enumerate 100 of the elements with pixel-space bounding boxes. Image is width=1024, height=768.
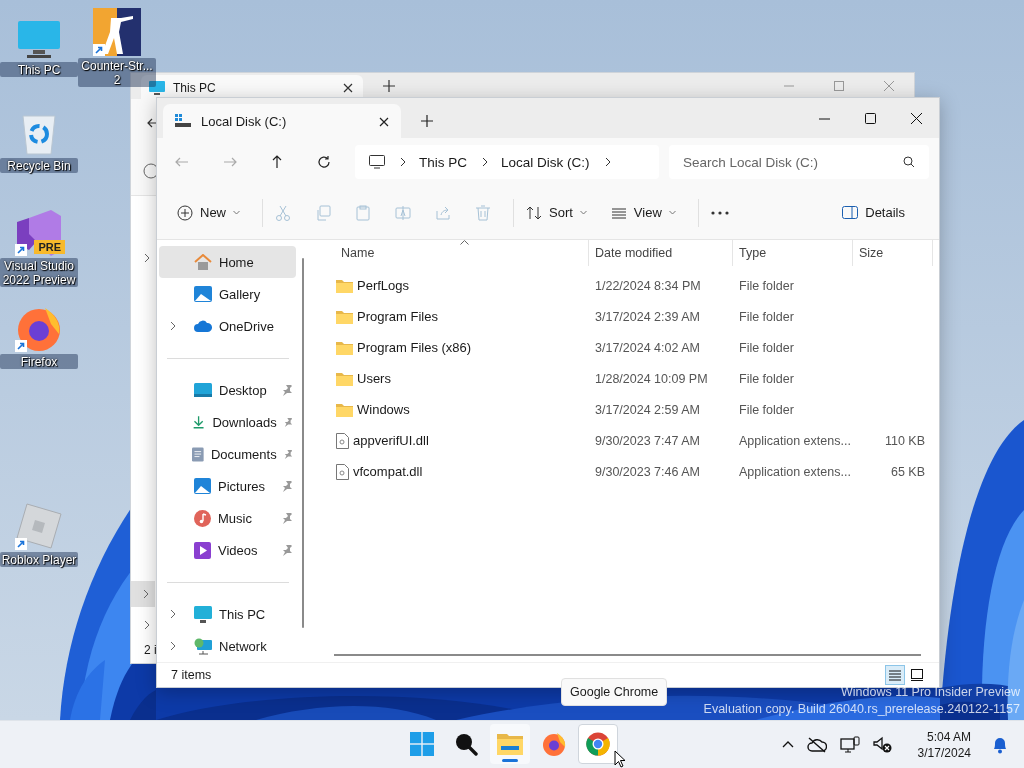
maximize-icon[interactable] [834, 81, 844, 91]
chevron-right-icon[interactable] [169, 641, 177, 651]
pin-icon[interactable] [282, 512, 292, 524]
game-icon[interactable] [93, 8, 141, 56]
monitor-icon [369, 155, 385, 169]
size-cell: 110 KB [884, 433, 925, 448]
gallery-icon [194, 286, 212, 302]
file-name[interactable]: PerfLogs [357, 278, 410, 293]
file-name[interactable]: appverifUI.dll [353, 433, 429, 448]
desktop-icon [194, 383, 212, 397]
column-header[interactable]: Type [733, 240, 853, 266]
address-bar[interactable]: This PC Local Disk (C:) [355, 145, 659, 179]
clock[interactable]: 5:04 AM 3/17/2024 [917, 728, 971, 761]
folder-icon [336, 340, 353, 355]
caret-icon [579, 210, 587, 215]
sidebar-item[interactable]: Network [159, 630, 296, 662]
up-arrow-icon[interactable] [271, 155, 283, 169]
explorer-taskbar-button[interactable] [490, 724, 530, 764]
chevron-right-icon[interactable] [481, 157, 489, 167]
trash-icon [475, 204, 491, 221]
bell-icon[interactable] [992, 735, 1008, 754]
window-tab[interactable]: This PC [141, 75, 363, 99]
chevron-right-icon[interactable] [143, 253, 151, 263]
column-header[interactable]: Name [314, 240, 589, 266]
sidebar-item[interactable]: Home [159, 246, 296, 278]
chrome-taskbar-button[interactable] [578, 724, 618, 764]
monitor-icon[interactable] [17, 20, 61, 60]
network-icon [194, 637, 212, 655]
tiles-icon [911, 669, 923, 681]
new-tab-icon[interactable] [383, 80, 395, 92]
sidebar-item[interactable]: Documents [159, 438, 296, 470]
pin-icon[interactable] [282, 384, 292, 396]
close-icon[interactable] [343, 83, 353, 93]
sort-caret-icon[interactable] [460, 240, 469, 245]
list-icon [889, 669, 901, 681]
clipboard-icon [355, 204, 371, 221]
speaker-muted-icon[interactable] [872, 735, 893, 754]
clock-time: 5:04 AM [926, 728, 971, 745]
chevron-up-icon[interactable] [781, 741, 794, 748]
pin-icon[interactable] [283, 416, 292, 428]
sidebar-item[interactable]: Music [159, 502, 296, 534]
close-icon[interactable] [379, 117, 389, 127]
new-button[interactable]: New [175, 196, 252, 229]
file-name[interactable]: Program Files (x86) [357, 340, 472, 355]
tab-title: This PC [173, 81, 217, 95]
sidebar-item[interactable]: This PC [159, 598, 296, 630]
sidebar-item[interactable]: OneDrive [159, 310, 296, 342]
document-icon [192, 445, 204, 463]
breadcrumb[interactable]: This PC [419, 154, 467, 170]
preview-badge: PRE [34, 240, 65, 254]
chevron-right-icon[interactable] [603, 157, 612, 167]
chevron-right-icon[interactable] [399, 157, 407, 167]
more-icon [710, 210, 729, 215]
pin-icon[interactable] [282, 544, 292, 556]
search-icon[interactable] [903, 156, 915, 168]
desktop-icon-label[interactable]: Roblox Player [0, 552, 78, 567]
add-icon [177, 204, 193, 221]
search-field[interactable]: Search Local Disk (C:) [669, 145, 929, 179]
panel-icon [842, 206, 859, 219]
column-header[interactable]: Size [853, 240, 933, 266]
monitor-icon [149, 81, 165, 95]
desktop-icon-label[interactable]: Recycle Bin [0, 158, 78, 173]
refresh-icon[interactable] [317, 155, 331, 169]
folder-icon [497, 733, 523, 755]
cloud-icon [194, 320, 212, 332]
cloud-off-icon[interactable] [806, 736, 827, 753]
monitor-icon [194, 605, 212, 623]
file-name[interactable]: vfcompat.dll [353, 464, 423, 479]
type-cell-text: File folder [738, 371, 795, 386]
new-tab-icon[interactable] [421, 115, 433, 127]
breadcrumb[interactable]: Local Disk (C:) [501, 154, 590, 170]
file-name[interactable]: Users [357, 371, 391, 386]
sidebar-item[interactable]: Gallery [159, 278, 296, 310]
desktop-icon-label[interactable]: Firefox [0, 354, 78, 369]
download-icon [192, 414, 206, 430]
maximize-icon [864, 112, 876, 124]
view-button[interactable]: View [608, 196, 688, 229]
date-cell-text: 9/30/2023 7:46 AM [594, 464, 701, 479]
file-name[interactable]: Windows [357, 402, 410, 417]
sidebar-item[interactable]: Downloads [159, 406, 296, 438]
file-name[interactable]: Program Files [357, 309, 438, 324]
desktop-icon-label[interactable]: Visual Studio 2022 Preview [0, 258, 78, 287]
folder-icon [336, 371, 353, 386]
share-icon [435, 204, 451, 221]
drive-icon [175, 114, 191, 128]
sort-button[interactable]: Sort [524, 196, 599, 229]
column-header[interactable]: Date modified [589, 240, 733, 266]
window-tab[interactable]: Local Disk (C:) [163, 104, 401, 138]
pin-icon[interactable] [282, 480, 292, 492]
chevron-right-icon[interactable] [169, 321, 177, 331]
details-button[interactable]: Details [840, 196, 917, 229]
sidebar-item[interactable]: Pictures [159, 470, 296, 502]
date-cell-text: 3/17/2024 4:02 AM [594, 340, 701, 355]
network-icon[interactable] [839, 735, 860, 754]
sidebar-item[interactable]: Desktop [159, 374, 296, 406]
pin-icon[interactable] [283, 448, 292, 460]
sidebar-item[interactable]: Videos [159, 534, 296, 566]
chevron-right-icon[interactable] [169, 609, 177, 619]
rename-icon [395, 204, 411, 221]
desktop-icon-label[interactable]: This PC [0, 62, 78, 77]
